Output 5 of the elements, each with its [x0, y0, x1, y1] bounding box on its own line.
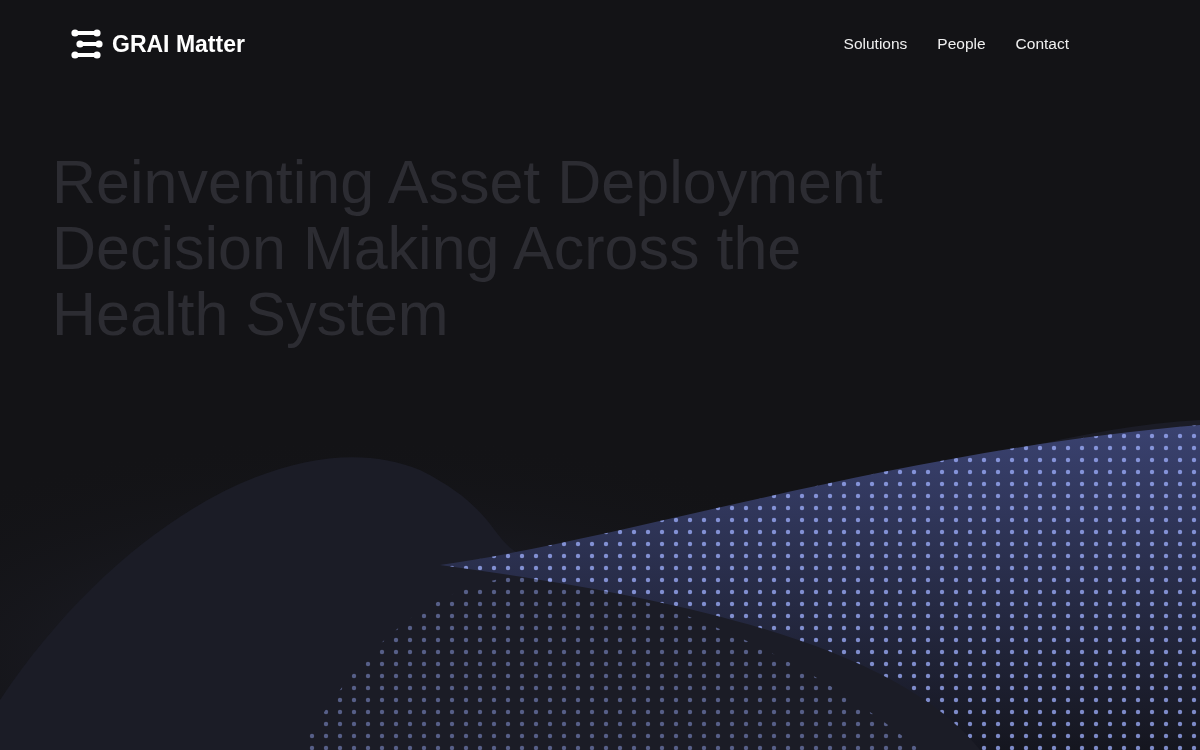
- nav-link[interactable]: Contact: [1015, 35, 1069, 53]
- logo-icon[interactable]: [71, 29, 103, 59]
- logo-text[interactable]: GRAI Matter: [112, 30, 245, 58]
- nav-link[interactable]: People: [937, 35, 986, 53]
- nav-link[interactable]: Solutions: [843, 35, 908, 53]
